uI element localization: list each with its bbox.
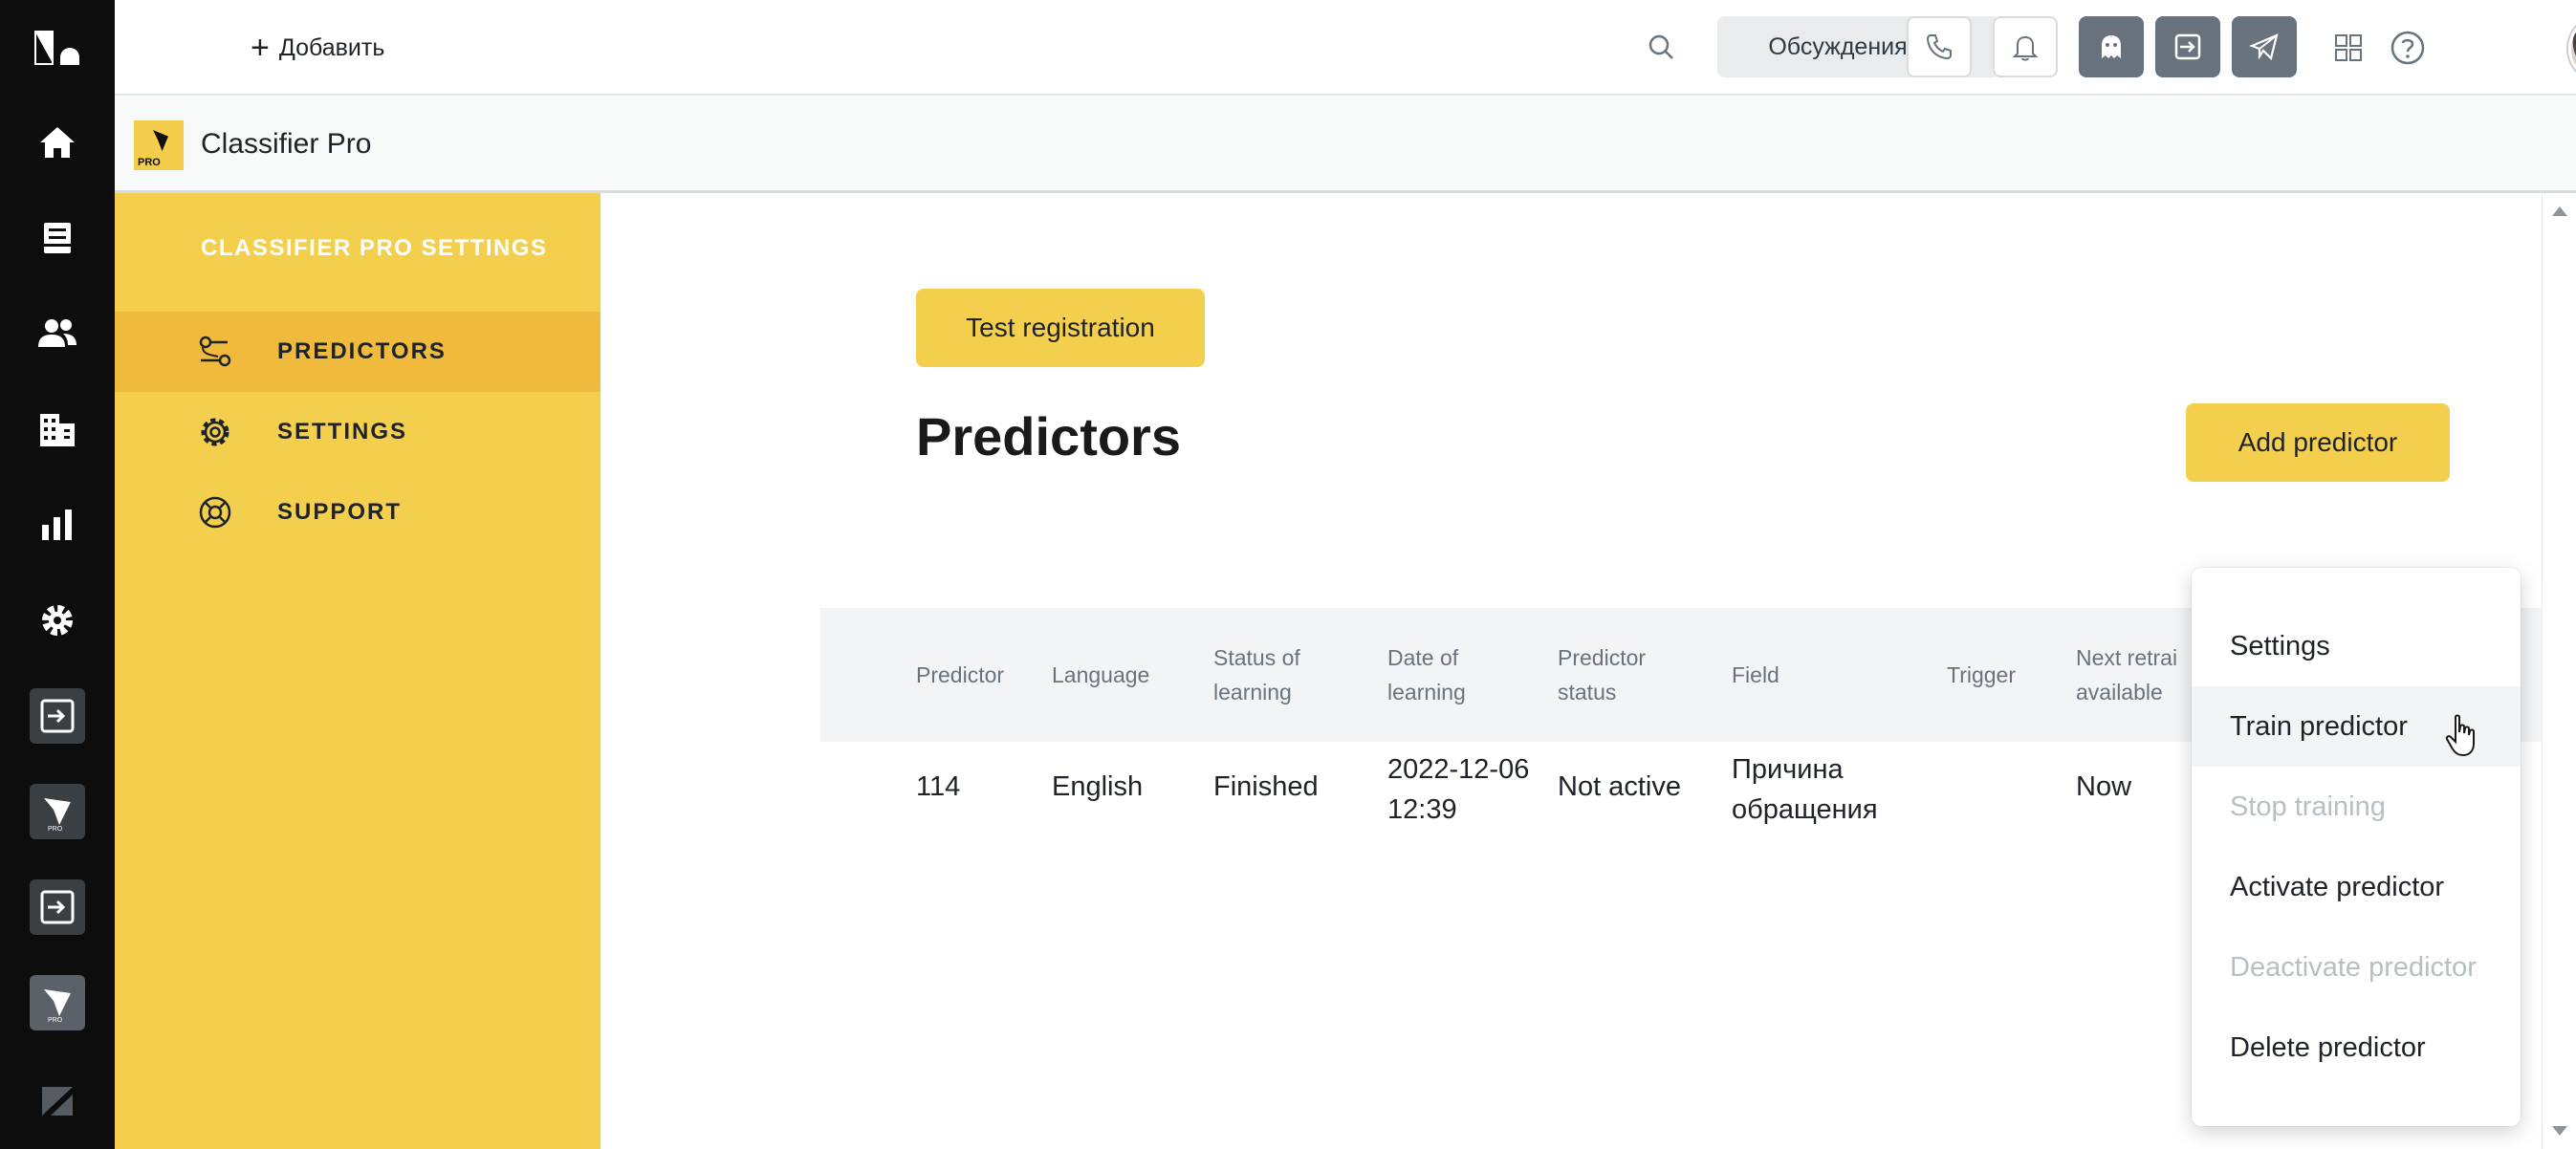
cell-predictor: 114 xyxy=(916,771,961,802)
scroll-up-arrow-icon[interactable] xyxy=(2552,206,2567,216)
col-header-predictor[interactable]: Predictor xyxy=(916,608,1004,742)
discussions-label: Обсуждения xyxy=(1768,33,1908,60)
menu-item-delete-predictor[interactable]: Delete predictor xyxy=(2192,1008,2521,1088)
col-header-language[interactable]: Language xyxy=(1052,608,1149,742)
col-header-predictor-status[interactable]: Predictor status xyxy=(1558,608,1646,742)
cell-date-of-learning: 2022-12-06 12:39 xyxy=(1387,754,1530,825)
menu-item-settings[interactable]: Settings xyxy=(2192,606,2521,686)
classifier-pro-active-app-icon[interactable]: PRO xyxy=(0,960,115,1046)
menu-item-deactivate-predictor: Deactivate predictor xyxy=(2230,951,2477,983)
col-header-field[interactable]: Field xyxy=(1732,608,1779,742)
predictors-icon xyxy=(199,336,231,367)
cell-next-retrain: Now xyxy=(2076,771,2132,802)
ghost-app-button[interactable] xyxy=(2079,16,2144,77)
add-predictor-button[interactable]: Add predictor xyxy=(2186,403,2450,482)
add-button[interactable]: + Добавить xyxy=(251,29,384,67)
svg-text:PRO: PRO xyxy=(48,826,63,833)
search-icon[interactable] xyxy=(1645,31,1679,65)
vertical-scrollbar[interactable] xyxy=(2542,193,2576,1149)
user-avatar[interactable] xyxy=(2568,15,2576,82)
hand-cursor-icon xyxy=(2445,714,2475,757)
views-icon[interactable] xyxy=(0,195,115,281)
phone-button[interactable] xyxy=(1907,16,1972,77)
menu-item-stop-training: Stop training xyxy=(2230,791,2386,822)
gear-icon xyxy=(201,418,229,446)
cell-status-of-learning: Finished xyxy=(1213,771,1319,802)
organizations-icon[interactable] xyxy=(0,386,115,472)
app-header: PRO Classifier Pro xyxy=(115,96,2576,193)
cell-language: English xyxy=(1052,771,1144,802)
classifier-pro-app-icon[interactable]: PRO xyxy=(0,769,115,855)
sidebar-item-support[interactable]: SUPPORT xyxy=(115,472,600,553)
ghost-icon xyxy=(2102,35,2121,58)
classifier-pro-logo-icon: PRO xyxy=(134,120,184,170)
help-icon[interactable] xyxy=(2387,27,2429,69)
scroll-down-arrow-icon[interactable] xyxy=(2552,1126,2567,1136)
paper-plane-icon xyxy=(2249,33,2279,61)
test-registration-button[interactable]: Test registration xyxy=(916,289,1205,367)
add-button-label: Добавить xyxy=(278,33,385,61)
plus-icon: + xyxy=(251,30,270,66)
app-transfer-2-icon[interactable] xyxy=(0,864,115,950)
menu-item-activate-predictor[interactable]: Activate predictor xyxy=(2192,847,2521,927)
sidebar-item-label: PREDICTORS xyxy=(277,338,447,364)
admin-gear-icon[interactable] xyxy=(0,577,115,663)
home-icon[interactable] xyxy=(0,99,115,185)
col-header-date-of-learning[interactable]: Date of learning xyxy=(1387,608,1466,742)
col-header-status-of-learning[interactable]: Status of learning xyxy=(1213,608,1300,742)
reporting-icon[interactable] xyxy=(0,482,115,568)
customers-icon[interactable] xyxy=(0,291,115,377)
notifications-button[interactable] xyxy=(1993,16,2058,77)
telegram-app-button[interactable] xyxy=(2232,16,2297,77)
page-title: Predictors xyxy=(916,406,1181,466)
app-title: Classifier Pro xyxy=(201,128,372,160)
predictor-actions-menu: Settings Train predictor Stop training A… xyxy=(2192,568,2521,1126)
top-bar: + Добавить Обсуждения 0 xyxy=(115,0,2576,96)
sidebar-item-label: SETTINGS xyxy=(277,419,408,444)
zendesk-z-icon[interactable] xyxy=(0,1057,115,1143)
sidebar-item-label: SUPPORT xyxy=(277,499,403,525)
settings-sidebar: CLASSIFIER PRO SETTINGS PREDICTORS SETTI… xyxy=(115,193,600,1149)
product-rail: PRO PRO xyxy=(0,0,115,1149)
bell-icon xyxy=(2012,35,2039,61)
sidebar-item-predictors[interactable]: PREDICTORS xyxy=(115,312,600,392)
svg-text:PRO: PRO xyxy=(48,1017,63,1024)
cell-field: Причина обращения xyxy=(1732,754,1878,825)
cell-predictor-status: Not active xyxy=(1558,771,1681,802)
lifebuoy-icon xyxy=(199,496,231,529)
sidebar-heading: CLASSIFIER PRO SETTINGS xyxy=(201,235,548,261)
zendesk-logo-icon[interactable] xyxy=(29,25,86,71)
app-transfer-icon[interactable] xyxy=(0,673,115,759)
col-header-next-retrain[interactable]: Next retrai available xyxy=(2076,608,2177,742)
transfer-app-button[interactable] xyxy=(2155,16,2220,77)
sidebar-item-settings[interactable]: SETTINGS xyxy=(115,392,600,472)
col-header-trigger[interactable]: Trigger xyxy=(1947,608,2016,742)
phone-icon xyxy=(1926,34,1952,60)
transfer-icon xyxy=(2174,33,2201,60)
apps-grid-icon[interactable] xyxy=(2327,27,2369,69)
